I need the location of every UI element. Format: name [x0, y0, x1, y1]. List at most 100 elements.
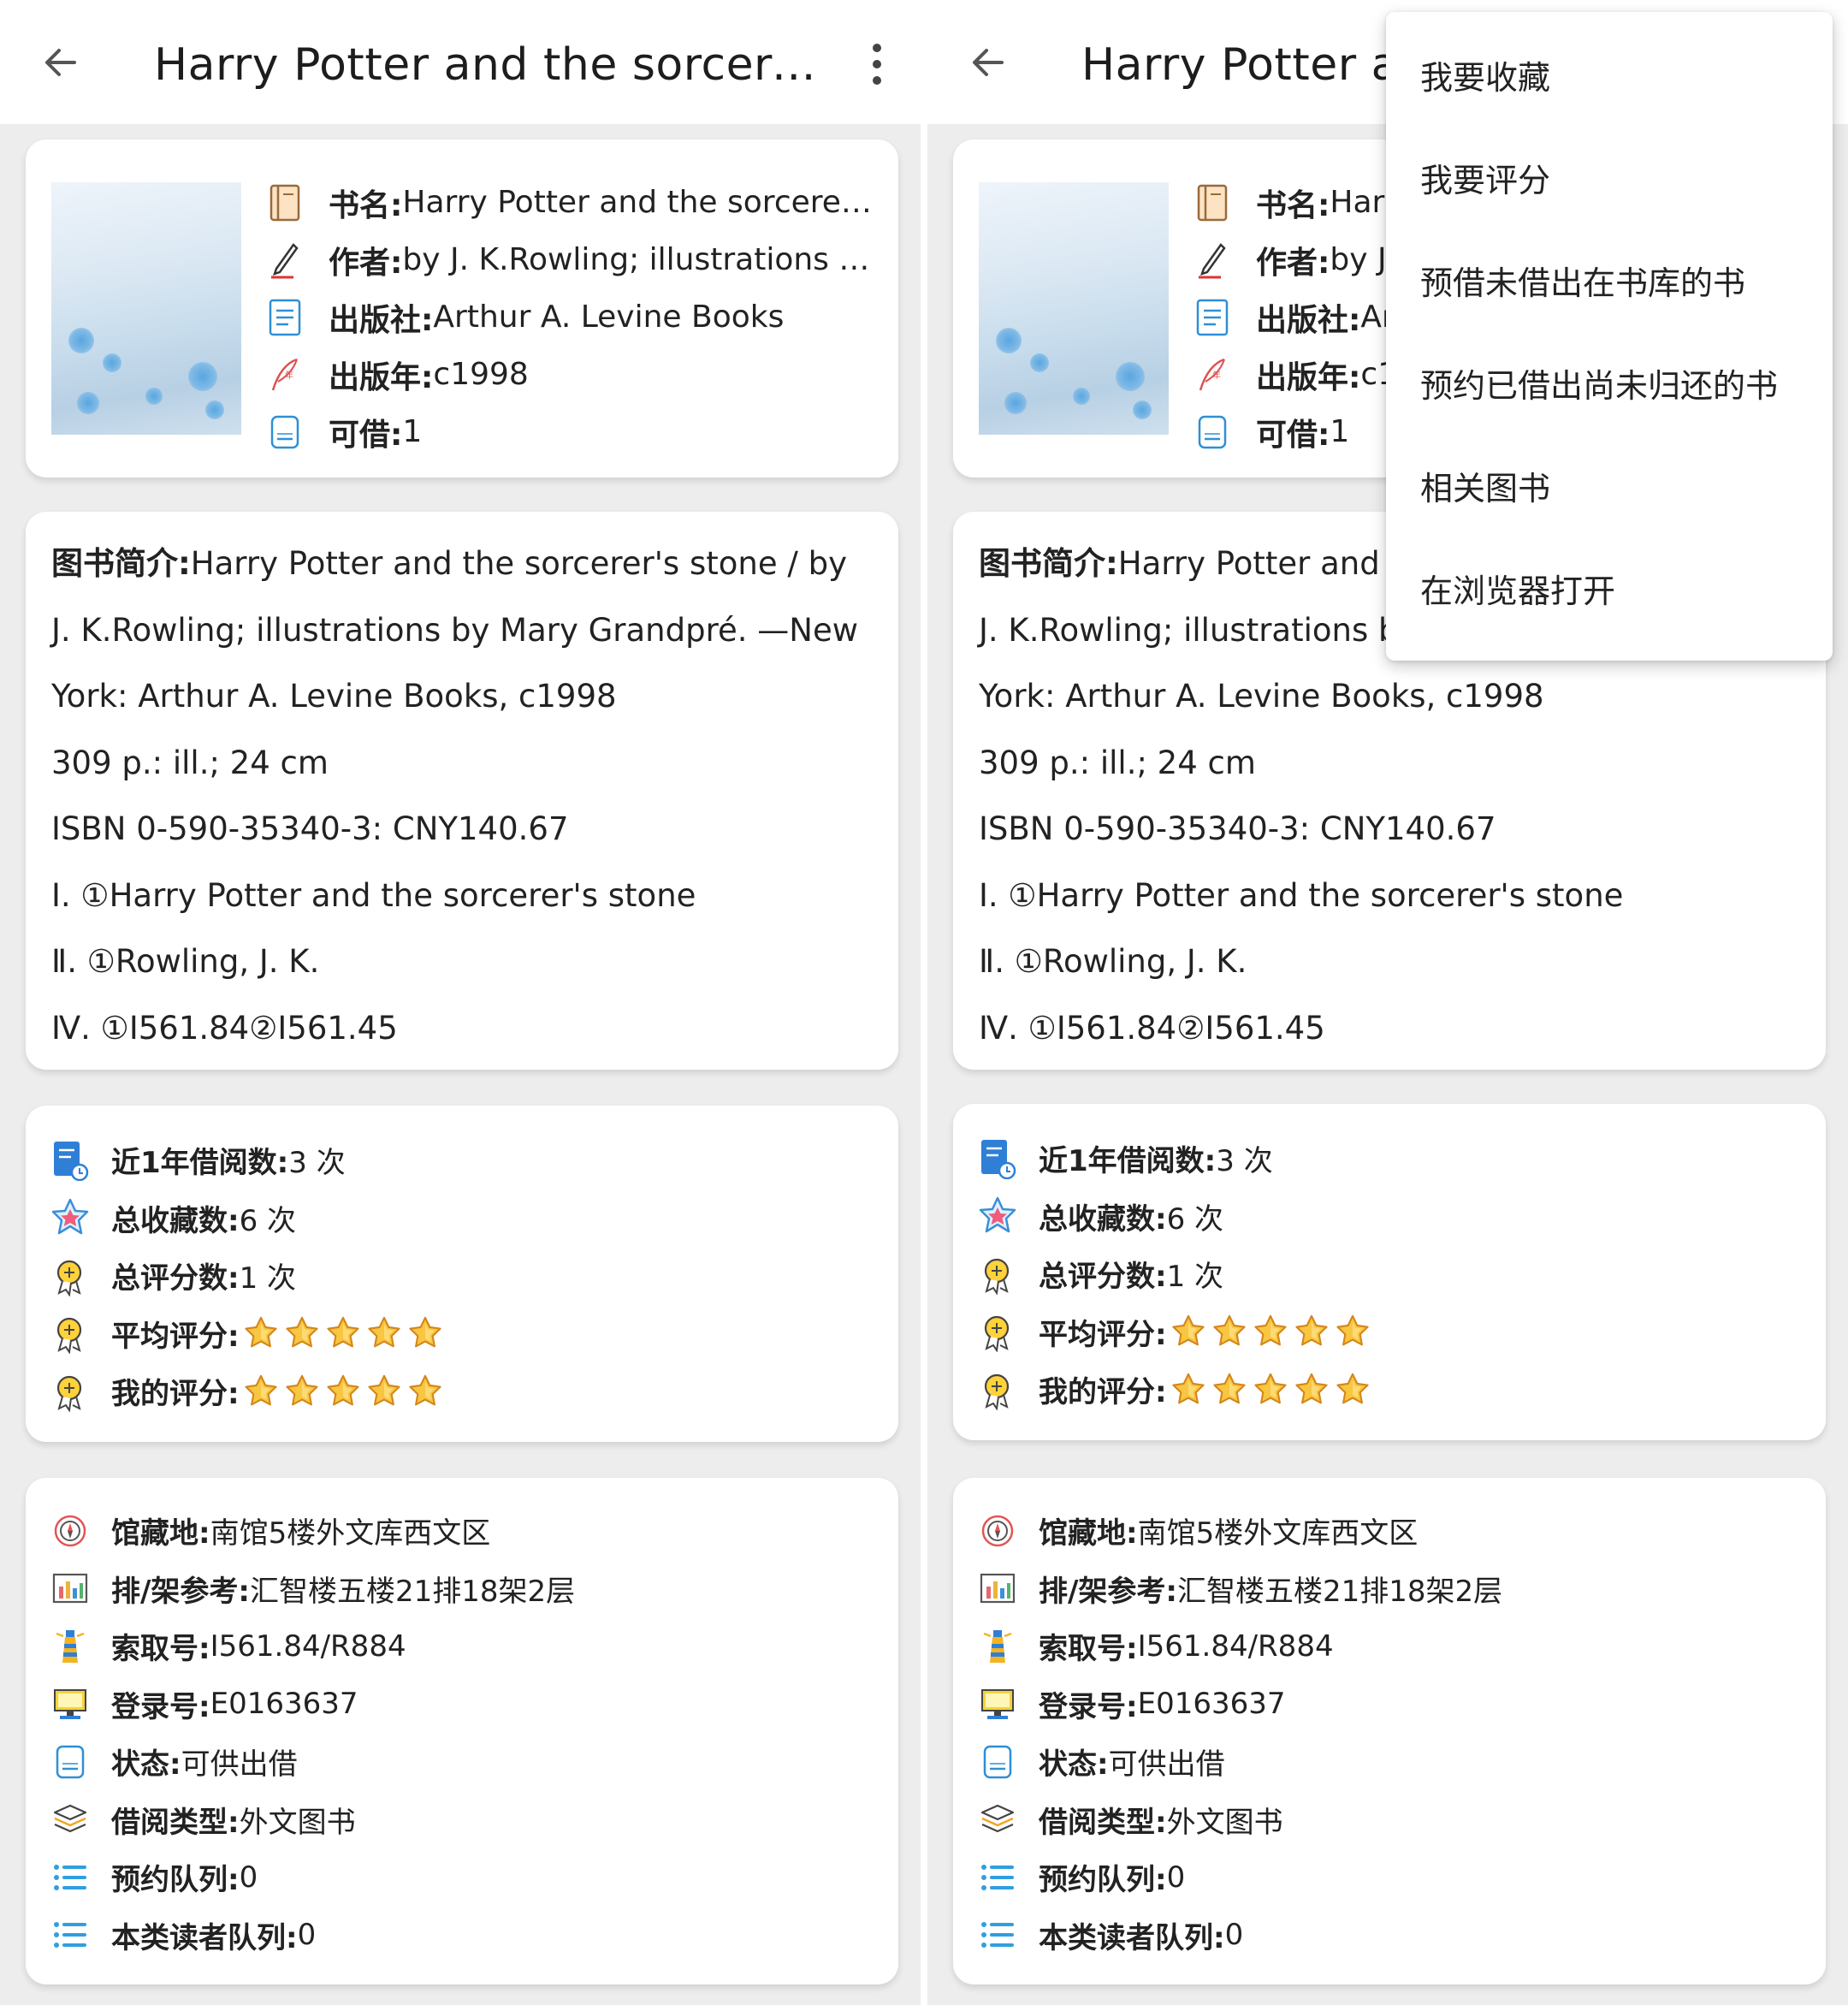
description-first-line: Harry Potter and — [1117, 545, 1380, 582]
star-filled-icon — [1211, 1314, 1247, 1350]
stat-borrow-count: 近1年借阅数: 3 次 — [48, 1131, 869, 1189]
star-filled-icon[interactable] — [1211, 1372, 1247, 1408]
options-menu: 我要收藏 我要评分 预借未借出在书库的书 预约已借出尚未归还的书 相关图书 在浏… — [1386, 12, 1833, 661]
stat-value: 6 次 — [239, 1203, 297, 1238]
list-icon — [975, 1855, 1020, 1900]
holding-row: 状态: 可供出借 — [48, 1733, 869, 1791]
award-ribbon-icon — [48, 1311, 92, 1355]
star-filled-icon[interactable] — [366, 1373, 402, 1409]
star-filled-icon[interactable] — [1294, 1372, 1330, 1408]
holding-value: E0163637 — [210, 1687, 358, 1722]
field-label: 出版年: — [329, 359, 434, 395]
holding-row: 排/架参考: 汇智楼五楼21排18架2层 — [975, 1560, 1797, 1618]
menu-item-open-in-browser[interactable]: 在浏览器打开 — [1386, 540, 1833, 643]
list-icon — [48, 1855, 92, 1900]
stats-card: 近1年借阅数: 3 次 总收藏数: 6 次 总评分数: 1 次 平均评分: 我的… — [953, 1104, 1826, 1440]
menu-item-preborrow[interactable]: 预借未借出在书库的书 — [1386, 232, 1833, 335]
holding-label: 馆藏地: — [1039, 1516, 1138, 1551]
menu-item-related-books[interactable]: 相关图书 — [1386, 437, 1833, 540]
my-rating-stars[interactable] — [243, 1373, 443, 1409]
stat-label: 总评分数: — [1039, 1260, 1167, 1295]
star-filled-icon — [1294, 1314, 1330, 1350]
stat-label: 近1年借阅数: — [1039, 1144, 1217, 1179]
holdings-list: 馆藏地: 南馆5楼外文库西文区 排/架参考: 汇智楼五楼21排18架2层 索取号: I56… — [975, 1502, 1797, 1964]
star-filled-icon[interactable] — [243, 1373, 279, 1409]
holding-value: 可供出借 — [1108, 1747, 1225, 1783]
holding-value: 0 — [1166, 1860, 1186, 1895]
holding-row: 索取号: I561.84/R884 — [975, 1617, 1797, 1676]
field-label: 出版社: — [1256, 302, 1361, 338]
holding-value: 可供出借 — [181, 1747, 298, 1783]
description-line: Ⅳ. ①I561.84②I561.45 — [979, 1009, 1325, 1047]
star-filled-icon[interactable] — [407, 1373, 443, 1409]
holding-label: 馆藏地: — [111, 1516, 210, 1551]
tablet-icon — [975, 1740, 1020, 1784]
holding-row: 馆藏地: 南馆5楼外文库西文区 — [975, 1502, 1797, 1560]
page-title: Harry Potter and the sorcerer's stone — [154, 39, 830, 91]
star-filled-icon[interactable] — [284, 1373, 320, 1409]
stat-average-rating: 平均评分: — [48, 1305, 869, 1363]
more-vert-icon — [873, 44, 881, 52]
holding-row: 排/架参考: 汇智楼五楼21排18架2层 — [48, 1560, 869, 1618]
list-icon — [975, 1913, 1020, 1957]
holding-value: 0 — [239, 1860, 258, 1895]
holding-label: 索取号: — [1039, 1632, 1138, 1667]
stat-favorite-count: 总收藏数: 6 次 — [975, 1188, 1797, 1246]
star-filled-icon[interactable] — [325, 1373, 361, 1409]
stat-my-rating[interactable]: 我的评分: — [48, 1362, 869, 1421]
menu-item-reserve[interactable]: 预约已借出尚未归还的书 — [1386, 335, 1833, 437]
stat-my-rating[interactable]: 我的评分: — [975, 1361, 1797, 1419]
tablet-icon — [1191, 411, 1234, 454]
description-line: Ⅱ. ①Rowling, J. K. — [51, 943, 320, 980]
holding-row: 状态: 可供出借 — [975, 1733, 1797, 1791]
back-button[interactable] — [31, 33, 91, 92]
holding-label: 登录号: — [1039, 1689, 1138, 1724]
more-vert-dot — [873, 60, 881, 68]
cover-flower — [1030, 353, 1049, 372]
description-line: York: Arthur A. Levine Books, c1998 — [979, 678, 1544, 715]
my-rating-stars[interactable] — [1170, 1372, 1371, 1408]
stats-card: 近1年借阅数: 3 次 总收藏数: 6 次 总评分数: 1 次 平均评分: 我的… — [26, 1106, 898, 1442]
field-label: 可借: — [329, 417, 403, 453]
field-value: by J — [1330, 242, 1387, 277]
holding-row: 索取号: I561.84/R884 — [48, 1617, 869, 1676]
svg-text:年: 年 — [1212, 370, 1221, 381]
description-label: 图书简介: — [979, 545, 1118, 582]
holding-value: 外文图书 — [1166, 1805, 1283, 1840]
more-options-button[interactable] — [847, 34, 907, 94]
star-filled-icon[interactable] — [1335, 1372, 1371, 1408]
description-line: Ⅰ. ①Harry Potter and the sorcerer's ston… — [51, 876, 696, 914]
holding-value: I561.84/R884 — [1137, 1628, 1334, 1664]
holding-value: 0 — [1224, 1918, 1244, 1953]
field-year: 年 出版年: c1998 — [264, 346, 880, 403]
stat-label: 总收藏数: — [111, 1203, 240, 1238]
holding-value: 南馆5楼外文库西文区 — [1137, 1516, 1419, 1551]
book-cover-icon — [1191, 181, 1234, 224]
description-line: ISBN 0-590-35340-3: CNY140.67 — [979, 810, 1496, 847]
holding-row: 馆藏地: 南馆5楼外文库西文区 — [48, 1502, 869, 1560]
menu-item-rate[interactable]: 我要评分 — [1386, 129, 1833, 232]
field-label: 作者: — [329, 245, 403, 281]
holding-value: E0163637 — [1137, 1687, 1286, 1722]
star-filled-icon[interactable] — [1170, 1372, 1206, 1408]
book-cover-image — [51, 182, 241, 435]
book-info-card: 书名: Harry Potter and the sorcerer's ston… — [26, 139, 898, 478]
menu-item-favorite[interactable]: 我要收藏 — [1386, 27, 1833, 129]
stat-borrow-count: 近1年借阅数: 3 次 — [975, 1130, 1797, 1188]
tablet-icon — [264, 411, 306, 454]
cover-flower — [77, 392, 99, 414]
award-ribbon-icon — [48, 1369, 92, 1414]
holding-label: 借阅类型: — [111, 1805, 240, 1840]
field-value: by J. K.Rowling; illustrations by Mary G… — [402, 242, 880, 277]
field-value: Arthur A. Levine Books — [433, 300, 785, 335]
back-arrow-icon — [45, 49, 76, 76]
award-ribbon-icon — [975, 1252, 1020, 1296]
screen-divider — [921, 0, 927, 2005]
left-screen: Harry Potter and the sorcerer's stone 书名… — [0, 0, 921, 2005]
field-publisher: 出版社: Arthur A. Levine Books — [264, 288, 880, 346]
holdings-card: 馆藏地: 南馆5楼外文库西文区 排/架参考: 汇智楼五楼21排18架2层 索取号: I56… — [953, 1478, 1826, 1984]
stat-value: 6 次 — [1166, 1201, 1224, 1237]
back-button[interactable] — [958, 33, 1018, 92]
cover-flower — [68, 328, 94, 353]
star-filled-icon[interactable] — [1253, 1372, 1288, 1408]
